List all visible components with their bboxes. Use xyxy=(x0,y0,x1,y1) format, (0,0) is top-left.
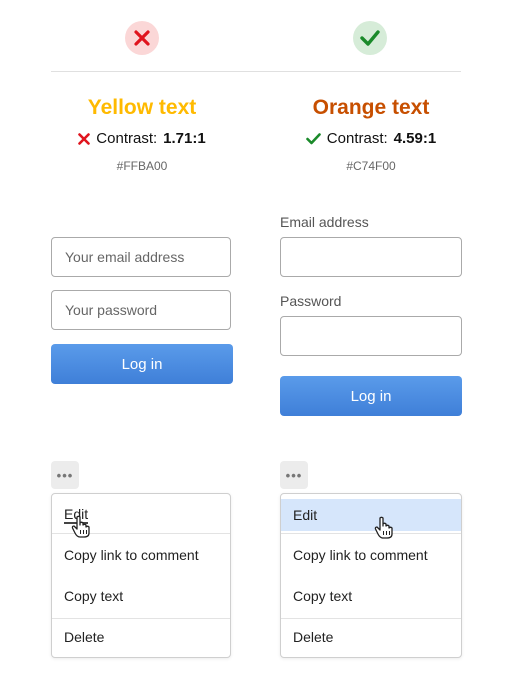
more-button[interactable]: ••• xyxy=(280,461,308,489)
password-placeholder: Your password xyxy=(65,302,158,318)
context-menu: Edit Copy link to comment Copy text Dele… xyxy=(280,493,462,658)
contrast-ratio: Contrast: 4.59:1 xyxy=(280,130,462,147)
menu-item-copy-link[interactable]: Copy link to comment xyxy=(281,539,461,571)
checkmark-icon xyxy=(305,132,321,144)
more-dots-icon: ••• xyxy=(56,467,74,483)
menu-item-copy-text[interactable]: Copy text xyxy=(281,580,461,612)
contrast-value: 4.59:1 xyxy=(393,130,437,147)
hex-code: #FFBA00 xyxy=(116,159,168,173)
email-field[interactable]: Your email address xyxy=(51,237,231,277)
contrast-label: Contrast: xyxy=(96,130,158,147)
login-button[interactable]: Log in xyxy=(280,376,462,416)
menu-item-delete[interactable]: Delete xyxy=(52,621,230,653)
column-title: Yellow text xyxy=(87,96,197,119)
more-dots-icon: ••• xyxy=(285,467,303,483)
cross-icon xyxy=(78,132,91,145)
contrast-value: 1.71:1 xyxy=(163,130,206,147)
menu-divider xyxy=(52,618,230,619)
menu-divider xyxy=(281,533,461,534)
menu-item-copy-link[interactable]: Copy link to comment xyxy=(52,539,230,571)
menu-divider xyxy=(281,618,461,619)
yellow-example-column: Yellow text Contrast: 1.71:1 #FFBA00 You… xyxy=(51,0,233,700)
contrast-ratio: Contrast: 1.71:1 xyxy=(51,130,233,147)
hex-code: #C74F00 xyxy=(346,159,396,173)
menu-item-copy-text[interactable]: Copy text xyxy=(52,580,230,612)
email-field[interactable] xyxy=(280,237,462,277)
login-button[interactable]: Log in xyxy=(51,344,233,384)
orange-example-column: Orange text Contrast: 4.59:1 #C74F00 Ema… xyxy=(280,0,462,700)
password-field[interactable]: Your password xyxy=(51,290,231,330)
email-placeholder: Your email address xyxy=(65,249,185,265)
password-label: Password xyxy=(280,293,342,309)
column-title: Orange text xyxy=(312,96,430,119)
menu-item-delete[interactable]: Delete xyxy=(281,621,461,653)
contrast-label: Contrast: xyxy=(326,130,388,147)
hand-cursor-icon xyxy=(71,515,90,538)
hand-cursor-icon xyxy=(374,516,393,539)
email-label: Email address xyxy=(280,214,369,230)
menu-item-edit[interactable]: Edit xyxy=(281,499,461,531)
more-button[interactable]: ••• xyxy=(51,461,79,489)
password-field[interactable] xyxy=(280,316,462,356)
